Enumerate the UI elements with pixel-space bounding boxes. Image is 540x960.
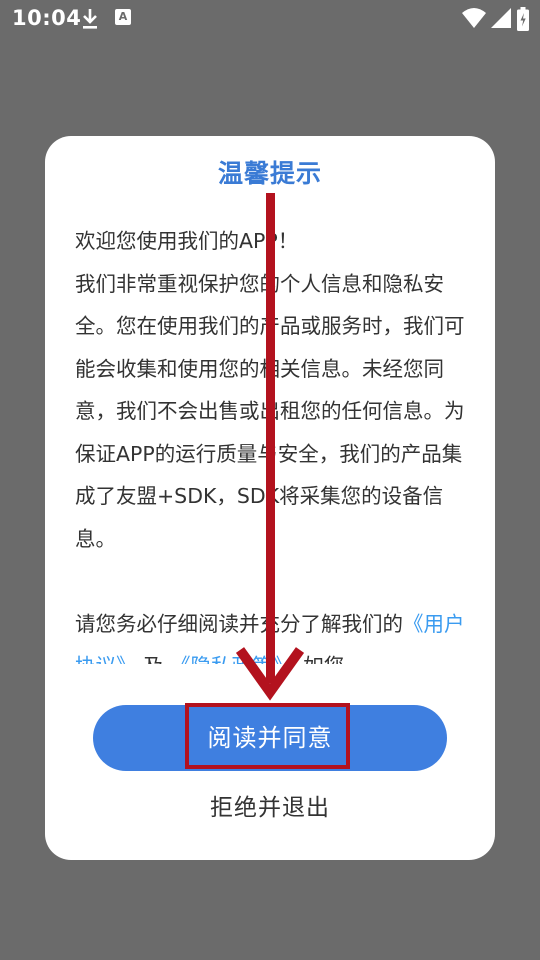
privacy-statement-text: 我们非常重视保护您的个人信息和隐私安全。您在使用我们的产品或服务时，我们可能会收…	[75, 271, 465, 551]
dialog-body-scroll[interactable]: 欢迎您使用我们的APP！ 我们非常重视保护您的个人信息和隐私安全。您在使用我们的…	[75, 220, 471, 664]
battery-charging-icon	[517, 7, 529, 31]
dialog-title: 温馨提示	[217, 159, 322, 188]
annotation-highlight-box	[185, 703, 350, 769]
wifi-icon	[462, 8, 486, 28]
privacy-policy-link[interactable]: 《隐私政策》	[170, 654, 283, 664]
welcome-text: 欢迎您使用我们的APP！	[75, 229, 299, 253]
consent-text-prefix: 请您务必仔细阅读并充分了解我们的	[75, 611, 403, 636]
status-time: 10:04	[12, 6, 82, 30]
app-notification-icon: A	[115, 9, 131, 25]
download-icon	[83, 9, 97, 29]
cell-signal-icon	[491, 8, 511, 28]
consent-paragraph: 请您务必仔细阅读并充分了解我们的《用户协议》 及 《隐私政策》，如您	[75, 603, 471, 665]
status-bar: 10:04 A	[0, 0, 540, 38]
screen: 10:04 A 温馨提示 欢迎您使用我们的APP！ 我们非常重视保护您的个人信息…	[0, 0, 540, 960]
consent-text-suffix: ，如您	[283, 654, 345, 664]
decline-button[interactable]: 拒绝并退出	[45, 788, 495, 822]
conjunction-text: 及	[143, 654, 164, 664]
